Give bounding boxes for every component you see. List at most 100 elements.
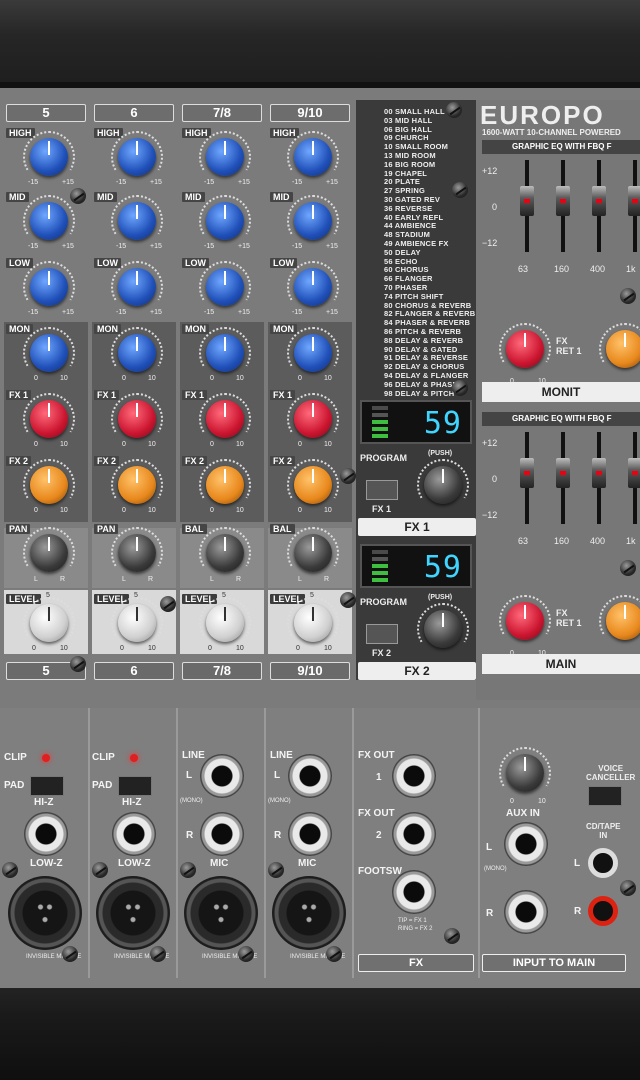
- fx2-knob[interactable]: [287, 459, 339, 504]
- knob-cap: [30, 466, 68, 504]
- level-led: [372, 564, 388, 568]
- panel-screw: [620, 880, 636, 896]
- cd-right-rca[interactable]: [588, 896, 618, 926]
- eq-fader[interactable]: [592, 458, 606, 488]
- pan-knob[interactable]: [111, 527, 163, 572]
- xlr-input[interactable]: [272, 876, 346, 950]
- fx-out-1-label: 1: [376, 772, 382, 783]
- pan-knob[interactable]: [23, 527, 75, 572]
- mon-knob[interactable]: [23, 327, 75, 372]
- pan-knob[interactable]: [199, 527, 251, 572]
- voice-canceller-button[interactable]: [588, 786, 622, 806]
- mon-knob[interactable]: [287, 327, 339, 372]
- pad-button[interactable]: [118, 776, 152, 796]
- level-mid-tick: 5: [134, 592, 138, 599]
- eq-max-tick: +15: [238, 243, 250, 250]
- mid-knob[interactable]: [287, 195, 339, 240]
- mid-knob[interactable]: [111, 195, 163, 240]
- pan-knob[interactable]: [287, 527, 339, 572]
- panel-screw: [326, 946, 342, 962]
- eq-fader[interactable]: [628, 458, 640, 488]
- fx1-knob[interactable]: [23, 393, 75, 438]
- xlr-input[interactable]: [96, 876, 170, 950]
- line-left-jack[interactable]: [200, 754, 244, 798]
- aux-in-knob[interactable]: [499, 747, 551, 792]
- band-label: 160: [554, 264, 570, 274]
- eq-fader[interactable]: [628, 186, 640, 216]
- xlr-input[interactable]: [8, 876, 82, 950]
- line-jack[interactable]: [112, 812, 156, 856]
- eq-fader[interactable]: [520, 458, 534, 488]
- fx2-knob[interactable]: [111, 459, 163, 504]
- line-right-jack[interactable]: [200, 812, 244, 856]
- level-max-tick: 10: [60, 645, 68, 652]
- eq-max-tick: +15: [326, 243, 338, 250]
- panel-screw: [2, 862, 18, 878]
- cd-left-rca[interactable]: [588, 848, 618, 878]
- line-right-jack[interactable]: [288, 812, 332, 856]
- pad-button[interactable]: [30, 776, 64, 796]
- mon-knob[interactable]: [199, 327, 251, 372]
- low-knob[interactable]: [199, 261, 251, 306]
- mon-knob[interactable]: [111, 327, 163, 372]
- mono-label: (MONO): [268, 798, 291, 804]
- high-knob[interactable]: [111, 131, 163, 176]
- low-knob[interactable]: [287, 261, 339, 306]
- level-knob[interactable]: [287, 597, 339, 642]
- low-knob[interactable]: [23, 261, 75, 306]
- level-knob[interactable]: [23, 597, 75, 642]
- fx2-label: FX 2: [6, 456, 32, 466]
- send-max-tick: 10: [60, 375, 68, 382]
- channel-number-top: 6: [94, 104, 174, 122]
- pan-right-tick: R: [60, 576, 66, 583]
- high-knob[interactable]: [287, 131, 339, 176]
- level-led: [372, 434, 388, 438]
- high-label: HIGH: [6, 128, 35, 138]
- line-jack[interactable]: [24, 812, 68, 856]
- eq-zero-tick: 0: [492, 202, 498, 212]
- fx1-knob[interactable]: [287, 393, 339, 438]
- cd-l-label: L: [574, 858, 581, 869]
- main-right-jack[interactable]: [504, 890, 548, 934]
- main-left-jack[interactable]: [504, 822, 548, 866]
- fx2-knob[interactable]: [23, 459, 75, 504]
- fx-on-button[interactable]: [366, 480, 398, 500]
- level-led: [372, 557, 388, 561]
- level-knob[interactable]: [111, 597, 163, 642]
- master-knob[interactable]: [599, 323, 640, 368]
- mid-knob[interactable]: [23, 195, 75, 240]
- fx-return-knob[interactable]: [499, 595, 551, 640]
- case-top-trim: [0, 0, 640, 88]
- fx2-knob[interactable]: [199, 459, 251, 504]
- eq-fader[interactable]: [556, 186, 570, 216]
- low-knob[interactable]: [111, 261, 163, 306]
- fx-return-knob[interactable]: [499, 323, 551, 368]
- program-label: PROGRAM: [360, 453, 407, 463]
- channel-number-bottom: 6: [94, 662, 174, 680]
- master-knob[interactable]: [599, 595, 640, 640]
- fx-out-1-jack[interactable]: [392, 754, 436, 798]
- eq-min-tick: -15: [292, 179, 303, 186]
- level-knob[interactable]: [199, 597, 251, 642]
- eq-fader[interactable]: [592, 186, 606, 216]
- xlr-input[interactable]: [184, 876, 258, 950]
- knob-cap: [30, 400, 68, 438]
- fx1-knob[interactable]: [199, 393, 251, 438]
- high-knob[interactable]: [23, 131, 75, 176]
- line-left-jack[interactable]: [288, 754, 332, 798]
- fx1-knob[interactable]: [111, 393, 163, 438]
- eq-plus-tick: +12: [482, 166, 498, 176]
- fx-out-2-jack[interactable]: [392, 812, 436, 856]
- fx-on-button[interactable]: [366, 624, 398, 644]
- panel-screw: [180, 862, 196, 878]
- footswitch-jack[interactable]: [392, 870, 436, 914]
- program-knob[interactable]: [417, 603, 469, 648]
- pan-left-tick: L: [298, 576, 302, 583]
- preset-number-readout: 59: [423, 406, 462, 441]
- hiz-label: HI-Z: [34, 797, 54, 808]
- mid-knob[interactable]: [199, 195, 251, 240]
- program-knob[interactable]: [417, 459, 469, 504]
- high-knob[interactable]: [199, 131, 251, 176]
- eq-fader[interactable]: [556, 458, 570, 488]
- eq-fader[interactable]: [520, 186, 534, 216]
